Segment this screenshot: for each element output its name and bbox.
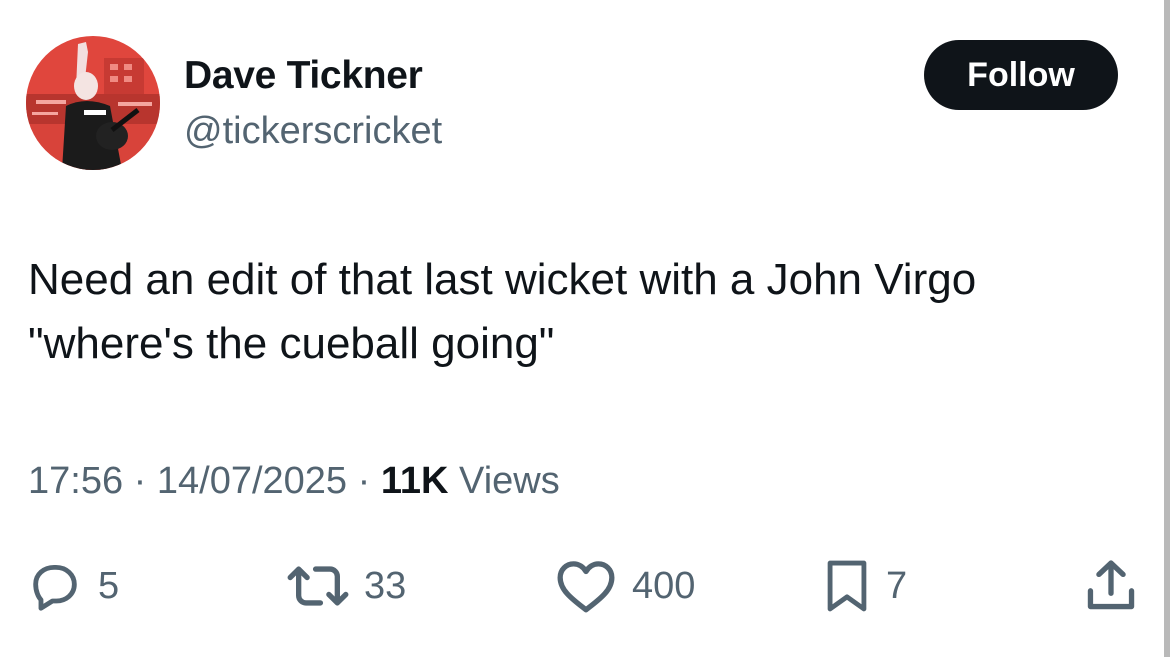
avatar-image bbox=[26, 36, 160, 170]
bookmark-count: 7 bbox=[886, 564, 908, 607]
meta-separator: · bbox=[357, 460, 371, 502]
tweet-date[interactable]: 14/07/2025 bbox=[157, 460, 347, 502]
reply-button[interactable]: 5 bbox=[26, 556, 119, 616]
tweet-time[interactable]: 17:56 bbox=[28, 460, 123, 502]
follow-button[interactable]: Follow bbox=[924, 40, 1118, 110]
share-icon bbox=[1087, 560, 1135, 610]
repost-icon bbox=[287, 566, 349, 606]
tweet-meta: 17:56 · 14/07/2025 · 11K Views bbox=[28, 460, 560, 503]
avatar[interactable] bbox=[26, 36, 160, 170]
tweet-text-line: Need an edit of that last wicket with a … bbox=[28, 255, 977, 304]
user-handle[interactable]: @tickerscricket bbox=[184, 110, 442, 153]
like-count: 400 bbox=[632, 564, 696, 607]
action-bar: 5 33 400 7 bbox=[0, 556, 1160, 616]
tweet-card: Dave Tickner @tickerscricket Follow Need… bbox=[0, 0, 1160, 657]
repost-count: 33 bbox=[364, 564, 407, 607]
scrollbar[interactable] bbox=[1164, 0, 1170, 657]
like-button[interactable]: 400 bbox=[554, 556, 695, 616]
tweet-text-line: "where's the cueball going" bbox=[28, 319, 555, 368]
views-label: Views bbox=[459, 460, 560, 502]
tweet-text: Need an edit of that last wicket with a … bbox=[28, 248, 1148, 376]
reply-icon bbox=[33, 564, 77, 611]
heart-icon bbox=[557, 561, 615, 613]
reply-count: 5 bbox=[98, 564, 120, 607]
bookmark-button[interactable]: 7 bbox=[822, 556, 907, 616]
views-count: 11K bbox=[380, 460, 449, 502]
share-button[interactable] bbox=[1082, 556, 1140, 616]
repost-button[interactable]: 33 bbox=[286, 556, 406, 616]
bookmark-icon bbox=[827, 560, 867, 612]
display-name[interactable]: Dave Tickner bbox=[184, 54, 423, 98]
meta-separator: · bbox=[133, 460, 147, 502]
